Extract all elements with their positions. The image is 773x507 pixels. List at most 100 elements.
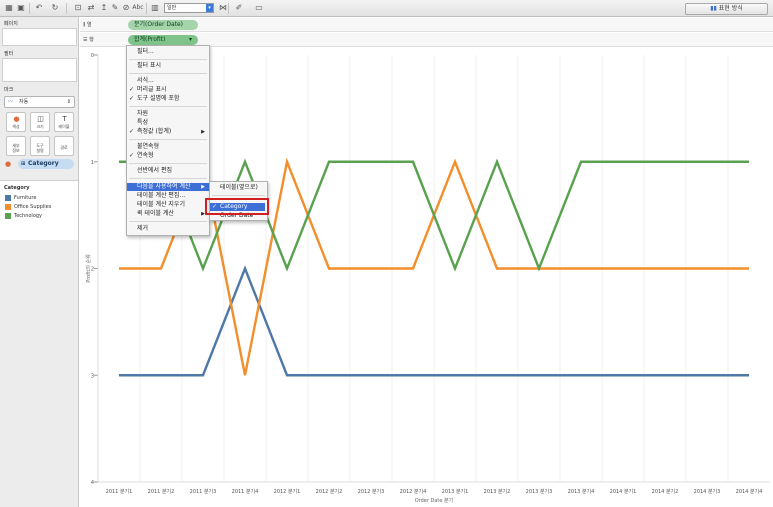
menu-item-remove[interactable]: 제거 [127,225,209,233]
size-icon: ◫ [37,115,44,123]
x-tick-label: 2013 분기1 [442,488,469,495]
chevron-down-icon: ▾ [206,4,213,12]
menu-item-show-header[interactable]: ✓ 머리글 표시 [127,86,209,94]
size-button[interactable]: ◫ 크기 [30,112,50,132]
marks-title: 마크 [4,87,14,93]
menu-item-filter[interactable]: 필터... [127,48,209,56]
x-tick-label: 2013 분기4 [568,488,595,495]
submenu-arrow-icon: ▶ [201,129,205,135]
check-icon: ✓ [129,86,135,93]
y-tick-label: 0 [91,53,94,59]
x-tick-label: 2011 분기4 [232,488,259,495]
x-tick-label: 2012 분기4 [400,488,427,495]
mark-type-value: 자동 [19,99,29,105]
submenu-arrow-icon: ▶ [201,184,205,190]
x-tick-label: 2011 분기2 [148,488,175,495]
menu-item-attribute[interactable]: 특성 [127,119,209,127]
check-icon: ✓ [129,95,135,102]
save-icon[interactable]: ▣ [16,3,26,13]
columns-pill[interactable]: 분기(Order Date) [128,20,198,30]
label-button[interactable]: T 레이블 [54,112,74,132]
updown-icon: ⇕ [66,99,71,105]
x-tick-label: 2013 분기2 [484,488,511,495]
sort-asc-icon[interactable]: ↥ [99,3,109,13]
y-tick-label: 4 [91,480,94,486]
menu-item-format[interactable]: 서식... [127,77,209,85]
pages-title: 페이지 [4,21,18,27]
menu-item-edit-in-shelf[interactable]: 선반에서 편집 [127,167,209,175]
color-icon: ● [13,115,20,123]
legend-item-furniture[interactable]: Furniture [5,195,36,201]
menu-item-measure[interactable]: ✓ 측정값 (합계) ▶ [127,128,209,136]
menu-item-include-tooltip[interactable]: ✓ 도구 설명에 포함 [127,95,209,103]
fit-select-value: 일반 [167,5,177,11]
new-sheet-icon[interactable]: ⊡ [73,3,83,13]
tooltip-button[interactable]: 도구 설명 [30,136,50,156]
x-tick-label: 2011 분기3 [190,488,217,495]
left-panel: 페이지 필터 마크 〰 자동 ⇕ ● 색상 ◫ 크기 T 레이블 세부 정보 도구 설… [0,17,79,507]
x-tick-label: 2013 분기3 [526,488,553,495]
legend-item-office-supplies[interactable]: Office Supplies [5,204,51,210]
y-tick-label: 3 [91,373,94,379]
redo-icon[interactable]: ↻ [50,3,60,13]
menu-item-show-filter[interactable]: 필터 표시 [127,62,209,70]
group-icon[interactable]: ⊘ [121,3,131,13]
context-menu: 필터... 필터 표시 서식... ✓ 머리글 표시 ✓ 도구 설명에 포함 차원 … [126,45,210,236]
mark-type-select[interactable]: 〰 자동 ⇕ [4,96,75,108]
filters-shelf[interactable] [2,58,77,82]
menu-item-compute-using[interactable]: 다음을 사용하여 계산 ▶ [127,183,209,191]
x-axis-label: Order Date 분기 [415,497,454,504]
undo-icon[interactable]: ↶ [34,3,44,13]
category-color-pill[interactable]: ⊞ Category [18,159,74,169]
x-tick-label: 2012 분기1 [274,488,301,495]
rows-pill[interactable]: 합계(Profit) ▾ [128,35,198,45]
highlight-icon[interactable]: ✎ [110,3,120,13]
show-me-label: 표현 방식 [718,5,743,12]
show-me-button[interactable]: ▮▮ 표현 방식 [685,3,768,15]
dimension-icon: ⊞ [21,161,26,167]
highlight-box [205,198,269,215]
filters-title: 필터 [4,51,14,57]
menu-item-dimension[interactable]: 차원 [127,110,209,118]
rows-label: ☰ 행 [83,37,94,43]
menu-item-continuous[interactable]: ✓ 연속형 [127,152,209,160]
detail-button[interactable]: 세부 정보 [6,136,26,156]
x-tick-label: 2011 분기1 [106,488,133,495]
legend-item-technology[interactable]: Technology [5,213,42,219]
submenu-item-table-across[interactable]: 테이블(옆으로) [210,184,267,192]
path-button[interactable]: 경로 [54,136,74,156]
menu-item-discrete[interactable]: 불연속형 [127,143,209,151]
swap-icon[interactable]: ⇄ [86,3,96,13]
chevron-down-icon: ▾ [188,36,192,43]
y-axis-label: Profit의 순위 [85,254,92,282]
bar-chart-icon: ▮▮ [710,5,719,12]
check-icon: ✓ [129,152,135,159]
legend-card: Category Furniture Office Supplies Techn… [0,180,78,240]
menu-item-quick-table-calc[interactable]: 퀵 테이블 계산 ▶ [127,210,209,218]
fit-icon[interactable]: ▥ [150,3,160,13]
fit-select[interactable]: 일반 ▾ [164,3,214,13]
x-tick-label: 2014 분기4 [736,488,763,495]
pages-shelf[interactable] [2,28,77,46]
legend-title: Category [4,185,30,191]
text-abc-icon[interactable]: Abc [131,3,145,13]
color-mark-icon: ● [5,160,12,168]
menu-item-clear-table-calc[interactable]: 테이블 계산 지우기 [127,201,209,209]
pen-icon[interactable]: ✐ [234,3,244,13]
y-tick-label: 1 [91,160,94,166]
x-tick-label: 2014 분기2 [652,488,679,495]
color-button[interactable]: ● 색상 [6,112,26,132]
x-tick-label: 2014 분기1 [610,488,637,495]
line-mark-icon: 〰 [8,99,14,105]
presentation-icon[interactable]: ▭ [254,3,264,13]
label-icon: T [62,115,67,123]
pin-icon[interactable]: ⋈ [218,3,228,13]
x-tick-label: 2014 분기3 [694,488,721,495]
x-tick-label: 2012 분기3 [358,488,385,495]
columns-label: ⫼ 열 [83,22,92,28]
check-icon: ✓ [129,128,135,135]
x-tick-label: 2012 분기2 [316,488,343,495]
columns-shelf[interactable]: ⫼ 열 분기(Order Date) [80,18,773,32]
menu-item-edit-table-calc[interactable]: 테이블 계산 편집... [127,192,209,200]
data-source-icon[interactable]: ▦ [4,3,14,13]
